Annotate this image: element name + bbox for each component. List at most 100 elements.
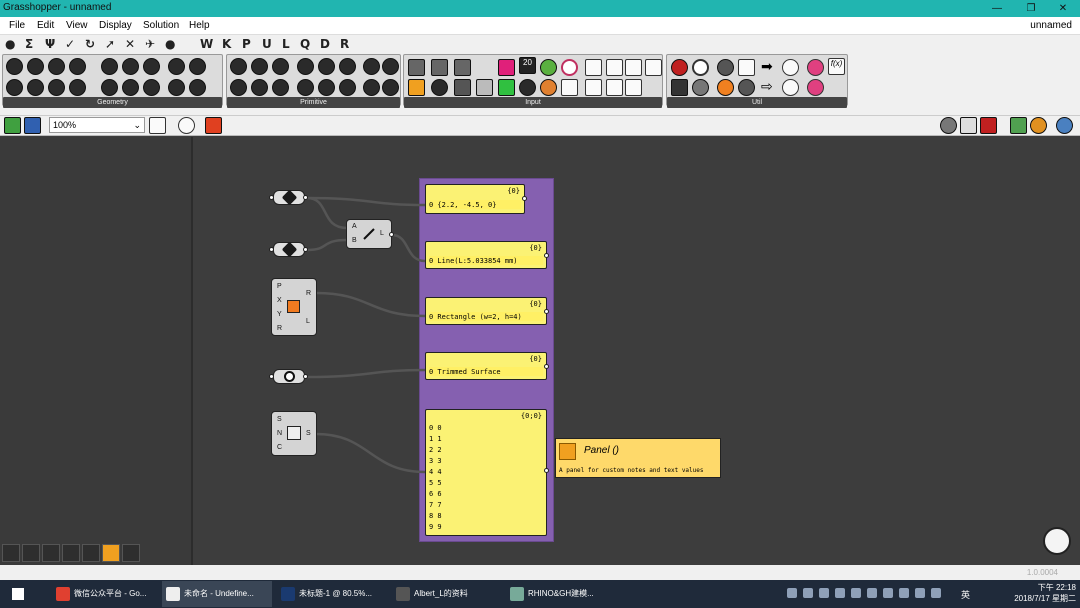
panel-point[interactable]: {0} 0 {2.2, -4.5, 0} — [425, 184, 525, 214]
input-grip[interactable] — [269, 247, 274, 252]
network-icon[interactable] — [931, 588, 941, 598]
chrome-icon — [56, 587, 70, 601]
rect-input-p: P — [277, 283, 282, 290]
tray-icon[interactable] — [899, 588, 909, 598]
line-component[interactable]: A B L — [346, 219, 392, 249]
line-output-l: L — [380, 230, 384, 237]
tray-icon[interactable] — [819, 588, 829, 598]
windows-icon — [12, 588, 24, 600]
task-item[interactable]: 微信公众平台 - Go... — [52, 581, 158, 607]
align-icon[interactable] — [42, 544, 60, 562]
panel-icon[interactable] — [102, 544, 120, 562]
version-label: 1.0.0004 — [1026, 568, 1058, 577]
panel-tooltip: Panel () A panel for custom notes and te… — [555, 438, 721, 478]
line-icon — [363, 228, 375, 240]
panel-header: {0} — [529, 244, 542, 252]
series-input-n: N — [277, 430, 283, 437]
print-icon[interactable] — [62, 544, 80, 562]
panel-icon — [559, 443, 576, 460]
point-param-b[interactable] — [273, 241, 305, 258]
wire-point-b-to-line — [306, 238, 348, 252]
panel-row: 4 4 — [429, 468, 442, 476]
wire-point-a-to-panel — [306, 196, 426, 207]
panel-header: {0} — [529, 355, 542, 363]
rectangle-icon — [287, 300, 300, 313]
task-label: Albert_L的资料 — [414, 589, 468, 598]
tray-icon[interactable] — [883, 588, 893, 598]
output-grip[interactable] — [303, 247, 308, 252]
task-label: RHINO&GH建模... — [528, 589, 594, 598]
wire-point-a-to-line — [306, 196, 348, 230]
panel-row: 8 8 — [429, 512, 442, 520]
panel-row: 0 Line(L:5.033854 mm) — [429, 257, 518, 265]
task-label: 未标题-1 @ 80.5%... — [299, 589, 373, 598]
output-grip[interactable] — [389, 232, 394, 237]
surface-param[interactable] — [273, 369, 305, 384]
panel-header: {0;0} — [520, 412, 542, 420]
task-label: 微信公众平台 - Go... — [74, 589, 147, 598]
panel-row: 1 1 — [429, 435, 442, 443]
output-grip[interactable] — [544, 468, 549, 473]
series-input-c: C — [277, 444, 283, 451]
output-grip[interactable] — [303, 374, 308, 379]
tray-icon[interactable] — [851, 588, 861, 598]
panel-row: 0 {2.2, -4.5, 0} — [429, 201, 497, 209]
line-input-a: A — [352, 223, 357, 230]
panel-row: 2 2 — [429, 446, 442, 454]
wire-line-to-panel — [391, 233, 426, 263]
shield-icon[interactable] — [835, 588, 845, 598]
rect-output-l: L — [306, 318, 310, 325]
input-grip[interactable] — [269, 195, 274, 200]
output-grip[interactable] — [544, 309, 549, 314]
series-component[interactable]: S N C S — [271, 411, 317, 456]
navigation-compass-icon[interactable] — [1043, 527, 1071, 555]
task-item[interactable]: Albert_L的资料 — [392, 581, 502, 607]
surface-icon — [284, 371, 295, 382]
rect-input-x: X — [277, 297, 282, 304]
rect-input-r: R — [277, 325, 283, 332]
clock-time: 下午 22:18 — [1037, 583, 1076, 592]
panel-row: 5 5 — [429, 479, 442, 487]
wire-rect-to-panel — [315, 291, 426, 318]
input-language[interactable]: 英 — [961, 588, 970, 601]
panel-surface[interactable]: {0} 0 Trimmed Surface — [425, 352, 547, 380]
panel-rectangle[interactable]: {0} 0 Rectangle (w=2, h=4) — [425, 297, 547, 325]
panel-row: 0 Rectangle (w=2, h=4) — [429, 313, 522, 321]
bluetooth-icon[interactable] — [803, 588, 813, 598]
task-item[interactable]: RHINO&GH建模... — [506, 581, 616, 607]
panel-row: 9 9 — [429, 523, 442, 531]
panel-row: 0 Trimmed Surface — [429, 368, 501, 376]
sketch-icon[interactable] — [122, 544, 140, 562]
panel-series[interactable]: {0;0} 0 0 1 1 2 2 3 3 4 4 5 5 6 6 7 7 8 … — [425, 409, 547, 536]
task-label: 未命名 - Undefine... — [184, 589, 254, 598]
task-item[interactable]: 未标题-1 @ 80.5%... — [277, 581, 387, 607]
series-output-s: S — [306, 430, 311, 437]
point-icon — [281, 241, 298, 258]
tray-icon[interactable] — [787, 588, 797, 598]
ampersand-icon[interactable] — [22, 544, 40, 562]
output-grip[interactable] — [303, 195, 308, 200]
output-grip[interactable] — [544, 364, 549, 369]
clock-date: 2018/7/17 星期二 — [1014, 594, 1076, 603]
tray-icon[interactable] — [867, 588, 877, 598]
panel-line[interactable]: {0} 0 Line(L:5.033854 mm) — [425, 241, 547, 269]
status-bar — [0, 565, 1080, 580]
panel-row: 3 3 — [429, 457, 442, 465]
rectangle-component[interactable]: P X Y R R L — [271, 278, 317, 336]
volume-icon[interactable] — [915, 588, 925, 598]
arrow-right-icon[interactable] — [2, 544, 20, 562]
wire-srf-to-panel — [306, 368, 426, 379]
start-button[interactable] — [0, 581, 45, 607]
point-param-a[interactable] — [273, 189, 305, 206]
input-grip[interactable] — [269, 374, 274, 379]
output-grip[interactable] — [522, 196, 527, 201]
output-grip[interactable] — [544, 253, 549, 258]
folder-icon — [396, 587, 410, 601]
rect-output-r: R — [306, 290, 312, 297]
rect-input-y: Y — [277, 311, 282, 318]
distribute-icon[interactable] — [82, 544, 100, 562]
panel-header: {0} — [529, 300, 542, 308]
task-item[interactable]: 未命名 - Undefine... — [162, 581, 272, 607]
clock[interactable]: 下午 22:18 2018/7/17 星期二 — [1014, 582, 1076, 604]
taskbar: 微信公众平台 - Go... 未命名 - Undefine... 未标题-1 @… — [0, 580, 1080, 608]
